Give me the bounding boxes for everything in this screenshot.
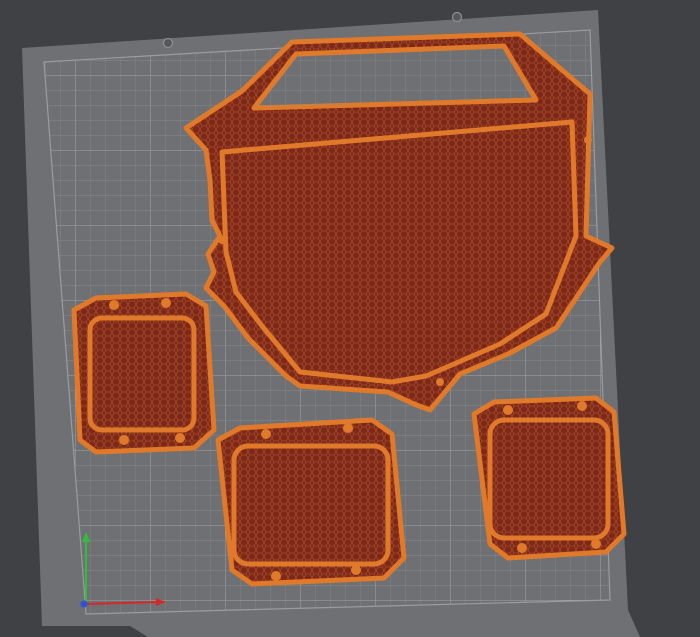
mounting-lug-icon	[343, 423, 353, 433]
build-plate-scene[interactable]	[0, 0, 700, 637]
mounting-lug-icon	[591, 539, 601, 549]
plate-screw-icon	[451, 11, 463, 23]
mounting-lug-icon	[161, 298, 171, 308]
mounting-lug-icon	[271, 571, 281, 581]
mounting-lug-icon	[577, 401, 587, 411]
mounting-lug-icon	[436, 378, 444, 386]
z-axis-icon	[80, 600, 88, 608]
mounting-lug-icon	[351, 565, 361, 575]
mounting-lug-icon	[503, 405, 513, 415]
plate-screw-icon	[162, 37, 174, 49]
3d-viewport[interactable]	[0, 0, 700, 637]
mounting-lug-icon	[261, 429, 271, 439]
mounting-lug-icon	[517, 543, 527, 553]
part-frame-right[interactable]	[471, 395, 627, 561]
part-frame-middle[interactable]	[215, 417, 407, 587]
mounting-lug-icon	[119, 435, 129, 445]
mounting-lug-icon	[218, 236, 226, 244]
mounting-lug-icon	[109, 300, 119, 310]
mounting-lug-icon	[584, 136, 592, 144]
mounting-lug-icon	[175, 433, 185, 443]
part-frame-left[interactable]	[71, 291, 217, 455]
